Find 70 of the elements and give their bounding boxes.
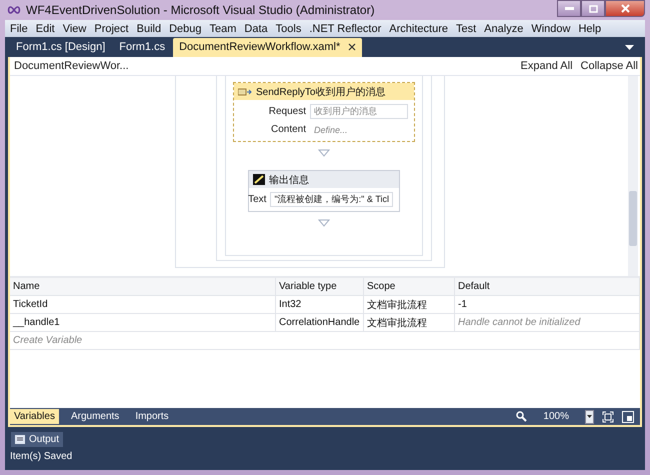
minimize-button[interactable] [557,0,581,17]
output-button[interactable]: Output [11,432,64,447]
menu-item[interactable]: Help [574,22,606,34]
menu-item[interactable]: Debug [165,22,206,34]
minimize-icon [564,7,574,10]
output-window-icon [15,435,25,444]
flow-arrow-icon [318,149,330,157]
activity-card[interactable]: SendReplyTo收到用户的消息 Request 收到用户的消息 Content Define... [233,82,415,142]
menu-item[interactable]: Analyze [480,22,528,34]
dropdown-icon[interactable] [625,45,634,50]
table-cell: Int32 [276,296,364,313]
field-label: Text [248,194,266,205]
table-cell: CorrelationHandle [276,314,364,331]
scrollbar[interactable] [628,76,638,276]
maximize-icon [588,4,598,12]
menu-item[interactable]: View [58,22,90,34]
column-header[interactable]: Scope [364,278,455,295]
menu-item[interactable]: Test [452,22,480,34]
fit-screen-icon[interactable] [602,410,614,422]
column-header[interactable]: Name [10,278,276,295]
toolbar-link[interactable]: Expand All [520,60,573,72]
document-tab[interactable]: Form1.cs [Design] [10,38,112,57]
table-cell: __handle1 [10,314,276,331]
pen-icon [253,174,265,185]
field-label: Request [268,106,306,117]
maximize-button[interactable] [581,0,605,17]
caret-icon [587,415,592,418]
activity-title: 输出信息 [269,174,309,186]
status-text: Item(s) Saved [9,450,74,464]
menu-item[interactable]: Tools [272,22,306,34]
input-field[interactable]: 收到用户的消息 [310,104,408,119]
menu-item[interactable]: Architecture [385,22,452,34]
menu-item[interactable]: Team [206,22,240,34]
menu-item[interactable]: File [6,22,32,34]
column-header[interactable]: Default [455,278,640,295]
table-cell: Handle cannot be initialized [455,314,640,331]
envelope-arrow-icon [238,88,252,96]
field-label: Content [270,124,306,135]
menu-item[interactable]: Project [90,22,133,34]
zoom-dropdown-button[interactable] [585,410,594,424]
close-button[interactable] [605,0,645,17]
breadcrumb[interactable]: DocumentReviewWor... [14,60,129,72]
search-icon[interactable] [516,411,528,422]
window-title: WF4EventDrivenSolution - Microsoft Visual Studio (Administrator) [26,3,375,17]
panel-tab[interactable]: Arguments [66,409,124,424]
table-cell: TicketId [10,296,276,313]
menu-item[interactable]: Edit [32,22,59,34]
toolbar-link[interactable]: Collapse All [580,60,638,72]
activity-title: SendReplyTo收到用户的消息 [256,86,386,98]
document-tab[interactable]: DocumentReviewWorkflow.xaml* [173,38,362,57]
overview-icon[interactable] [622,410,634,422]
table-cell: 文档审批流程 [364,314,455,331]
close-icon[interactable] [348,43,356,51]
menu-item[interactable]: Window [527,22,574,34]
zoom-level[interactable]: 100% [543,411,569,422]
panel-tab[interactable]: Imports [131,409,173,424]
column-header[interactable]: Variable type [276,278,364,295]
flow-arrow-icon [318,219,330,227]
menu-item[interactable]: .NET Reflector [305,22,386,34]
infinity-icon [7,6,21,14]
menu-item[interactable]: Data [240,22,272,34]
menu-item[interactable]: Build [132,22,166,34]
activity-card[interactable]: 输出信息 Text "流程被创建，编号为:" & Ticl [248,170,400,212]
panel-tab[interactable]: Variables [10,409,59,424]
create-variable-field[interactable]: Create Variable [10,332,640,349]
close-icon [620,4,630,13]
table-cell: 文档审批流程 [364,296,455,313]
document-tab[interactable]: Form1.cs [113,38,172,57]
table-cell[interactable]: -1 [455,296,640,313]
input-field[interactable]: "流程被创建，编号为:" & Ticl [270,192,393,207]
